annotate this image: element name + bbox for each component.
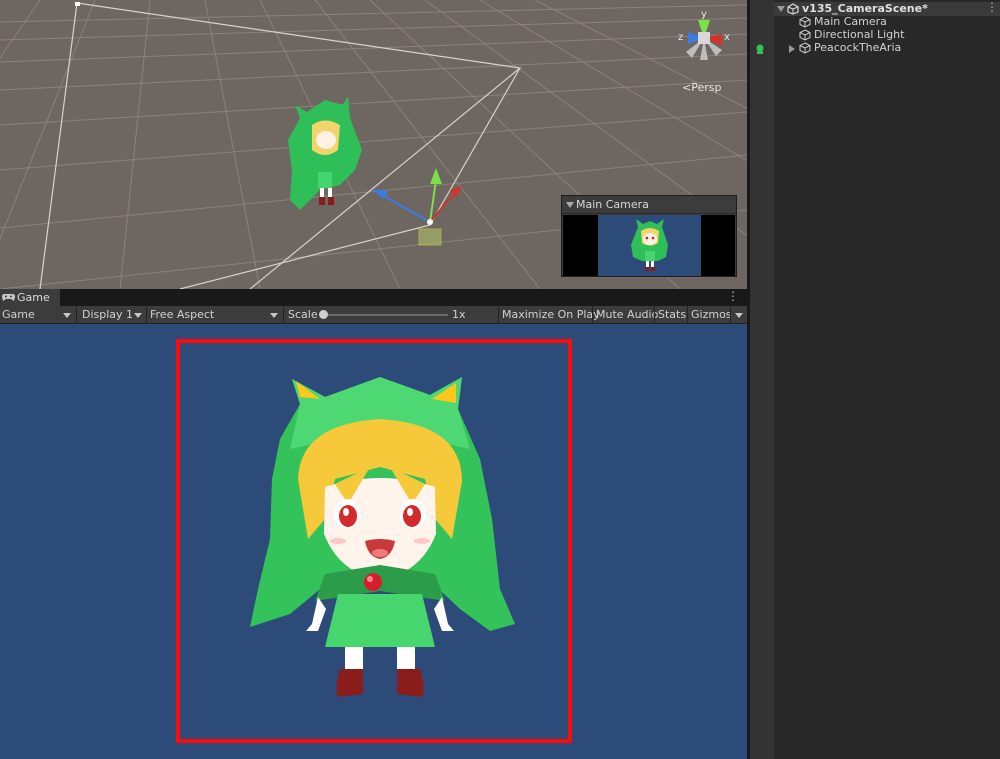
view-select[interactable]: Game [0,306,75,323]
scale-label: Scale [288,308,318,321]
scale-slider-track[interactable] [322,314,448,316]
hierarchy-item-label: Main Camera [814,15,887,28]
scale-slider-thumb[interactable] [319,310,328,319]
scene-visibility-icon[interactable] [754,43,766,55]
toolbar-divider [146,306,147,323]
tab-game-label: Game [17,291,50,304]
display-select[interactable]: Display 1 [80,306,146,323]
hierarchy-item-main-camera[interactable]: Main Camera [774,15,1000,29]
hierarchy-list: v135_CameraScene* Main Camera Directiona… [774,0,1000,56]
hierarchy-item-directional-light[interactable]: Directional Light [774,28,1000,42]
toolbar-divider [687,306,688,323]
axis-y-label: y [701,9,707,20]
toolbar-divider [283,306,284,323]
camera-preview-viewport [563,215,735,276]
game-tab-bar: Game ⋮ [0,289,747,306]
hierarchy-gutter [750,0,774,759]
gameobject-cube-icon [799,29,811,41]
fold-down-icon[interactable] [777,6,785,12]
hierarchy-item-label: PeacockTheAria [814,41,902,54]
scene-view[interactable]: y x z <Persp Main Camera [0,0,747,289]
stats-button[interactable]: Stats [656,306,686,323]
hierarchy-item-peacock[interactable]: PeacockTheAria [774,41,1000,55]
gamepad-icon [2,294,15,301]
kebab-menu-icon[interactable]: ⋮ [986,1,998,13]
collapse-triangle-icon[interactable] [566,202,574,208]
gameobject-cube-icon [799,16,811,28]
hierarchy-item-label: Directional Light [814,28,905,41]
chevron-left-icon: < [682,81,692,94]
projection-label: Persp [691,81,722,94]
aspect-select[interactable]: Free Aspect [148,306,282,323]
scale-value: 1x [452,308,466,321]
move-gizmo[interactable] [372,168,462,246]
gizmos-button[interactable]: Gizmos [689,306,732,323]
fold-right-icon[interactable] [789,45,795,53]
scene-name: v135_CameraScene* [802,2,928,15]
hierarchy-panel[interactable]: v135_CameraScene* Main Camera Directiona… [750,0,1000,759]
axis-x-label: x [724,32,730,43]
toolbar-divider [592,306,593,323]
gameobject-cube-icon [799,42,811,54]
toolbar-divider [498,306,499,323]
display-select-value: Display 1 [82,308,134,321]
toolbar-divider [654,306,655,323]
camera-preview-title: Main Camera [576,198,649,211]
camera-preview-header[interactable]: Main Camera [562,196,736,214]
unity-scene-icon [787,3,799,15]
orientation-gizmo[interactable]: y x z [672,6,736,70]
aspect-select-value: Free Aspect [150,308,215,321]
view-select-value: Game [2,308,35,321]
game-viewport[interactable] [0,324,747,759]
projection-toggle[interactable]: <Persp [682,81,721,94]
scene-character[interactable] [288,96,362,210]
axis-z-label: z [678,32,683,43]
game-character [250,377,515,697]
camera-preview-image [598,215,701,276]
kebab-menu-icon[interactable]: ⋮ [727,290,739,302]
toolbar-divider [76,306,77,323]
hierarchy-scene-row[interactable]: v135_CameraScene* [774,2,1000,16]
game-toolbar: Game Display 1 Free Aspect Scale 1x Maxi… [0,306,747,324]
maximize-on-play-button[interactable]: Maximize On Play [500,306,600,323]
mute-audio-button[interactable]: Mute Audio [594,306,658,323]
tab-game[interactable]: Game [0,289,60,306]
camera-preview-panel[interactable]: Main Camera [561,195,737,277]
gizmos-dropdown[interactable] [731,306,747,323]
preview-character [631,219,668,271]
